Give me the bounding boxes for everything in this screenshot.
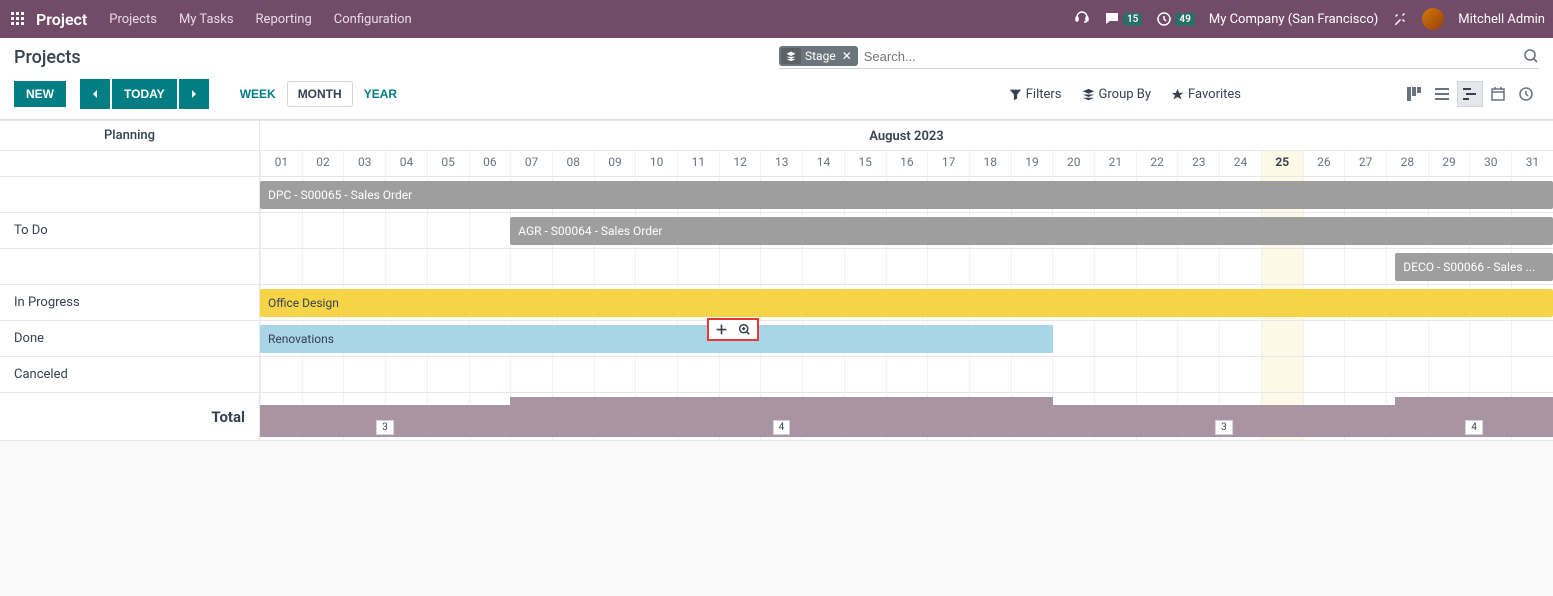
- view-activity[interactable]: [1513, 81, 1539, 107]
- facet-remove[interactable]: ✕: [840, 49, 854, 63]
- menu-my-tasks[interactable]: My Tasks: [179, 12, 234, 27]
- total-seg-4: 4: [1395, 397, 1553, 437]
- day-col-26: 26: [1303, 151, 1345, 176]
- day-col-04: 04: [385, 151, 427, 176]
- day-col-16: 16: [886, 151, 928, 176]
- day-col-28: 28: [1386, 151, 1428, 176]
- day-col-18: 18: [969, 151, 1011, 176]
- search-bar: Stage ✕: [779, 46, 1539, 69]
- day-col-30: 30: [1469, 151, 1511, 176]
- app-brand[interactable]: Project: [36, 10, 87, 29]
- menu-reporting[interactable]: Reporting: [256, 12, 312, 27]
- menu-projects[interactable]: Projects: [109, 12, 157, 27]
- chat-icon: [1104, 11, 1120, 27]
- gantt-days-header: 0102030405060708091011121314151617181920…: [260, 151, 1553, 176]
- day-col-27: 27: [1344, 151, 1386, 176]
- scale-month[interactable]: MONTH: [287, 81, 353, 107]
- total-seg-1: 3: [260, 405, 510, 437]
- topbar: Project Projects My Tasks Reporting Conf…: [0, 0, 1553, 38]
- new-button[interactable]: NEW: [14, 81, 66, 107]
- next-button[interactable]: [179, 79, 209, 109]
- search-facet-stage: Stage ✕: [779, 46, 858, 66]
- day-col-25: 25: [1261, 151, 1303, 176]
- day-col-22: 22: [1136, 151, 1178, 176]
- day-col-14: 14: [802, 151, 844, 176]
- day-col-17: 17: [927, 151, 969, 176]
- support-icon[interactable]: [1074, 11, 1090, 27]
- favorites-button[interactable]: Favorites: [1171, 87, 1241, 102]
- gantt-side-header: Planning: [0, 121, 260, 150]
- day-col-05: 05: [427, 151, 469, 176]
- tools-icon[interactable]: [1392, 11, 1408, 27]
- menu-configuration[interactable]: Configuration: [334, 12, 412, 27]
- task-bar-dpc[interactable]: DPC - S00065 - Sales Order: [260, 181, 1553, 209]
- view-calendar[interactable]: [1485, 81, 1511, 107]
- day-col-15: 15: [844, 151, 886, 176]
- total-seg-3: 3: [1053, 405, 1396, 437]
- scale-week[interactable]: WEEK: [229, 81, 287, 107]
- layers-icon: [781, 48, 801, 64]
- filters-button[interactable]: Filters: [1009, 87, 1062, 102]
- prev-button[interactable]: [80, 79, 110, 109]
- messages-badge: 15: [1123, 13, 1142, 26]
- cell-add-button[interactable]: [715, 323, 728, 336]
- day-col-03: 03: [343, 151, 385, 176]
- stage-canceled[interactable]: Canceled: [0, 357, 260, 392]
- cell-zoom-button[interactable]: [738, 323, 751, 336]
- top-menu: Projects My Tasks Reporting Configuratio…: [109, 12, 411, 27]
- cell-popup: [707, 318, 759, 341]
- search-icon[interactable]: [1523, 48, 1539, 64]
- stage-done[interactable]: Done: [0, 321, 260, 356]
- day-col-07: 07: [510, 151, 552, 176]
- today-button[interactable]: TODAY: [112, 79, 177, 109]
- day-col-20: 20: [1052, 151, 1094, 176]
- apps-icon[interactable]: [8, 9, 28, 29]
- day-col-10: 10: [635, 151, 677, 176]
- company-selector[interactable]: My Company (San Francisco): [1209, 12, 1378, 27]
- day-col-01: 01: [260, 151, 302, 176]
- day-col-11: 11: [677, 151, 719, 176]
- task-bar-office[interactable]: Office Design: [260, 289, 1553, 317]
- clock-icon: [1156, 11, 1172, 27]
- stage-todo[interactable]: To Do: [0, 213, 260, 248]
- day-col-31: 31: [1511, 151, 1553, 176]
- task-bar-reno[interactable]: Renovations: [260, 325, 1053, 353]
- activities-button[interactable]: 49: [1156, 11, 1194, 27]
- user-name[interactable]: Mitchell Admin: [1458, 12, 1545, 27]
- day-col-08: 08: [552, 151, 594, 176]
- activities-badge: 49: [1175, 13, 1194, 26]
- total-seg-2: 4: [510, 397, 1052, 437]
- view-gantt[interactable]: [1457, 81, 1483, 107]
- task-bar-deco[interactable]: DECO - S00066 - Sales ...: [1395, 253, 1553, 281]
- day-col-06: 06: [469, 151, 511, 176]
- day-col-21: 21: [1094, 151, 1136, 176]
- total-label: Total: [0, 393, 260, 440]
- control-panel: Projects Stage ✕ NEW TODAY WEEK MONTH YE…: [0, 38, 1553, 120]
- view-kanban[interactable]: [1401, 81, 1427, 107]
- page-title: Projects: [14, 47, 81, 68]
- facet-label: Stage: [805, 49, 836, 63]
- scale-year[interactable]: YEAR: [353, 81, 408, 107]
- gantt-view: Planning August 2023 0102030405060708091…: [0, 120, 1553, 441]
- day-col-19: 19: [1011, 151, 1053, 176]
- avatar[interactable]: [1422, 8, 1444, 30]
- gantt-month-label: August 2023: [260, 121, 1553, 150]
- stage-inprogress[interactable]: In Progress: [0, 285, 260, 320]
- search-input[interactable]: [858, 47, 1517, 66]
- day-col-23: 23: [1177, 151, 1219, 176]
- groupby-button[interactable]: Group By: [1082, 87, 1152, 102]
- day-col-12: 12: [719, 151, 761, 176]
- view-list[interactable]: [1429, 81, 1455, 107]
- day-col-13: 13: [760, 151, 802, 176]
- task-bar-agr[interactable]: AGR - S00064 - Sales Order: [510, 217, 1553, 245]
- messages-button[interactable]: 15: [1104, 11, 1142, 27]
- day-col-29: 29: [1428, 151, 1470, 176]
- day-col-02: 02: [302, 151, 344, 176]
- day-col-24: 24: [1219, 151, 1261, 176]
- day-col-09: 09: [594, 151, 636, 176]
